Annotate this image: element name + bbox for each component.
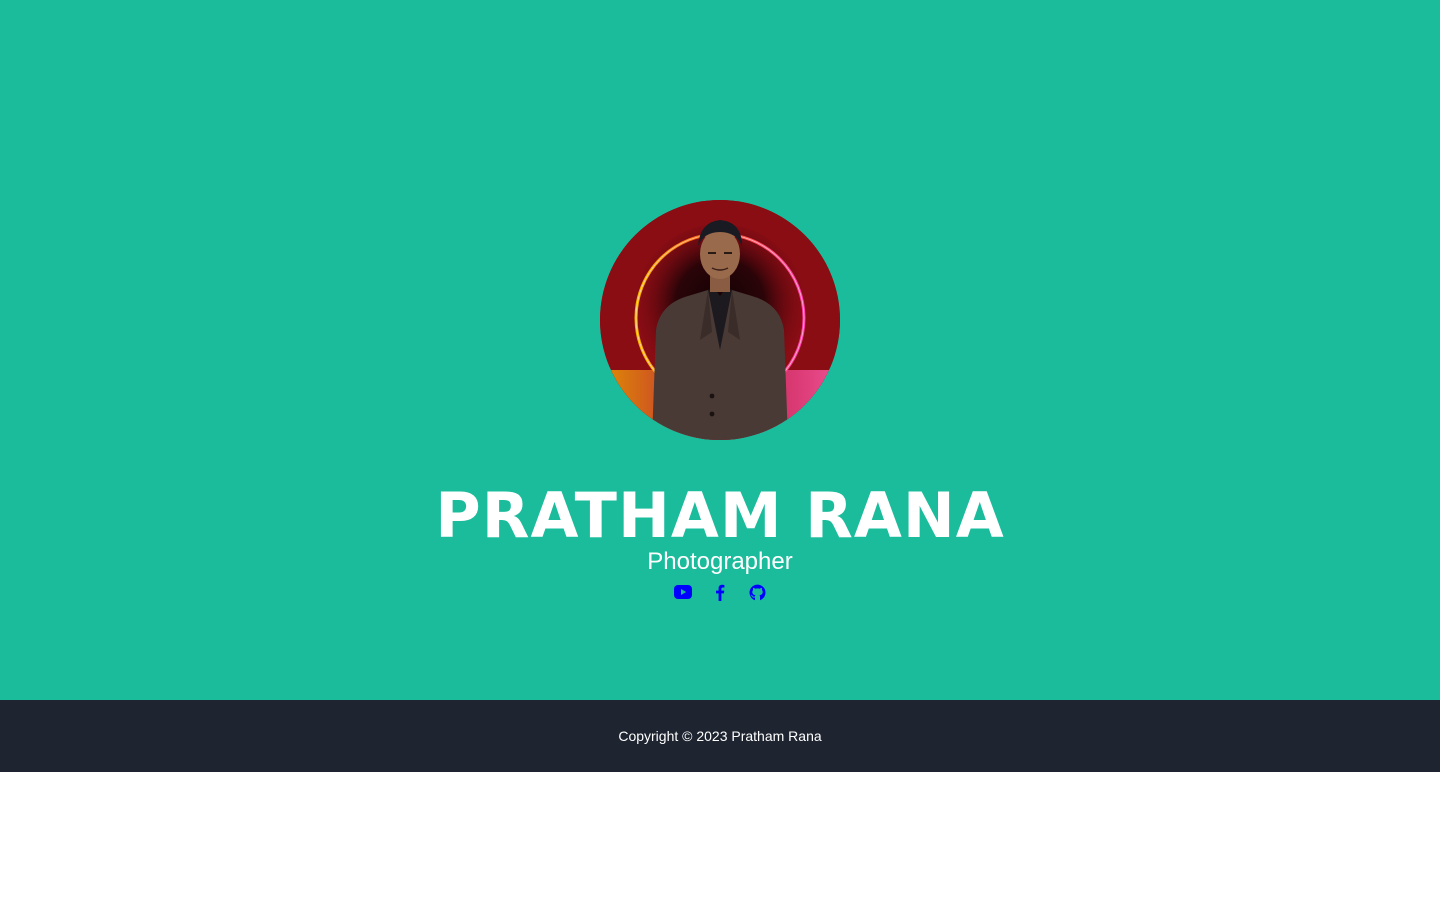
footer: Copyright © 2023 Pratham Rana [0, 700, 1440, 772]
facebook-link[interactable] [711, 582, 729, 602]
copyright-text: Copyright © 2023 Pratham Rana [618, 728, 822, 744]
youtube-icon [674, 585, 692, 599]
facebook-icon [716, 584, 725, 601]
profile-photo [600, 200, 840, 440]
profile-photo-art [600, 200, 840, 440]
social-links [0, 581, 1440, 603]
subtitle: Photographer [647, 548, 793, 575]
youtube-link[interactable] [674, 582, 692, 602]
page-title: PRATHAM RANA [435, 479, 1005, 552]
hero-section: PRATHAM RANA Photographer [0, 0, 1440, 700]
github-icon [748, 584, 766, 600]
github-link[interactable] [748, 582, 766, 602]
